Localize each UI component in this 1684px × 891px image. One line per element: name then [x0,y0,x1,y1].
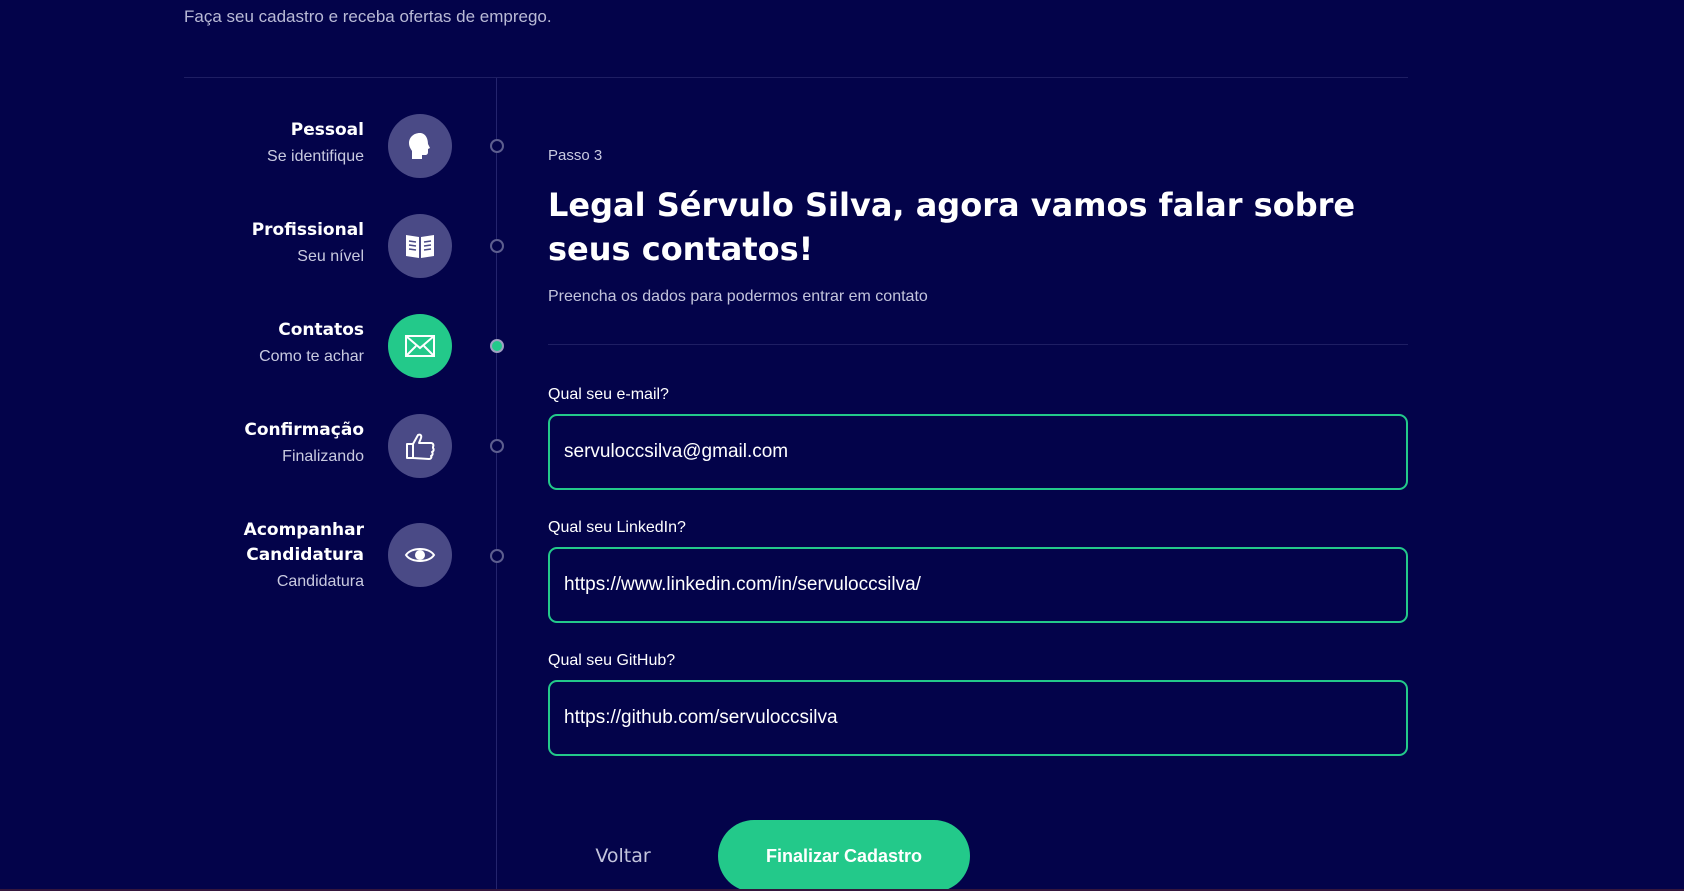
form-intro: Preencha os dados para podermos entrar e… [548,288,928,305]
step-subtitle: Seu nível [297,248,364,265]
eye-icon [388,523,452,587]
registration-page: Faça seu cadastro e receba ofertas de em… [0,0,1684,891]
step-title: Pessoal [290,120,364,140]
email-label: Qual seu e-mail? [548,386,669,403]
email-field[interactable] [548,414,1408,490]
step-dot [490,139,504,153]
head-icon [388,114,452,178]
step-title: Contatos [278,320,364,340]
page-title: Legal Sérvulo Silva, agora vamos falar s… [548,186,1356,268]
step-dot-active [490,339,504,353]
step-title-line2: Candidatura [246,545,364,565]
step-dot [490,439,504,453]
github-label: Qual seu GitHub? [548,652,676,669]
step-title-line1: Acompanhar [243,520,364,540]
timeline-line [496,78,497,891]
step-acompanhar-text: Acompanhar Candidatura Candidatura [174,518,364,591]
page-subtitle: Faça seu cadastro e receba ofertas de em… [184,7,552,26]
github-field[interactable] [548,680,1408,756]
step-number-label: Passo 3 [548,147,603,164]
step-title: Confirmação [244,420,364,440]
step-subtitle: Se identifique [267,148,364,165]
book-icon [388,214,452,278]
step-confirmacao-text: Confirmação Finalizando [174,418,364,466]
envelope-icon [388,314,452,378]
linkedin-label: Qual seu LinkedIn? [548,519,686,536]
step-dot [490,239,504,253]
step-subtitle: Candidatura [276,573,364,590]
step-pessoal-text: Pessoal Se identifique [174,118,364,166]
step-dot [490,549,504,563]
step-subtitle: Como te achar [259,348,364,365]
step-profissional-text: Profissional Seu nível [174,218,364,266]
linkedin-field[interactable] [548,547,1408,623]
step-title: Profissional [251,220,364,240]
top-divider [184,77,1408,78]
thumbs-up-icon [388,414,452,478]
finish-registration-button[interactable]: Finalizar Cadastro [718,820,970,891]
back-button[interactable]: Voltar [548,838,698,874]
step-subtitle: Finalizando [282,448,364,465]
form-divider [548,344,1408,345]
step-contatos-text: Contatos Como te achar [174,318,364,366]
